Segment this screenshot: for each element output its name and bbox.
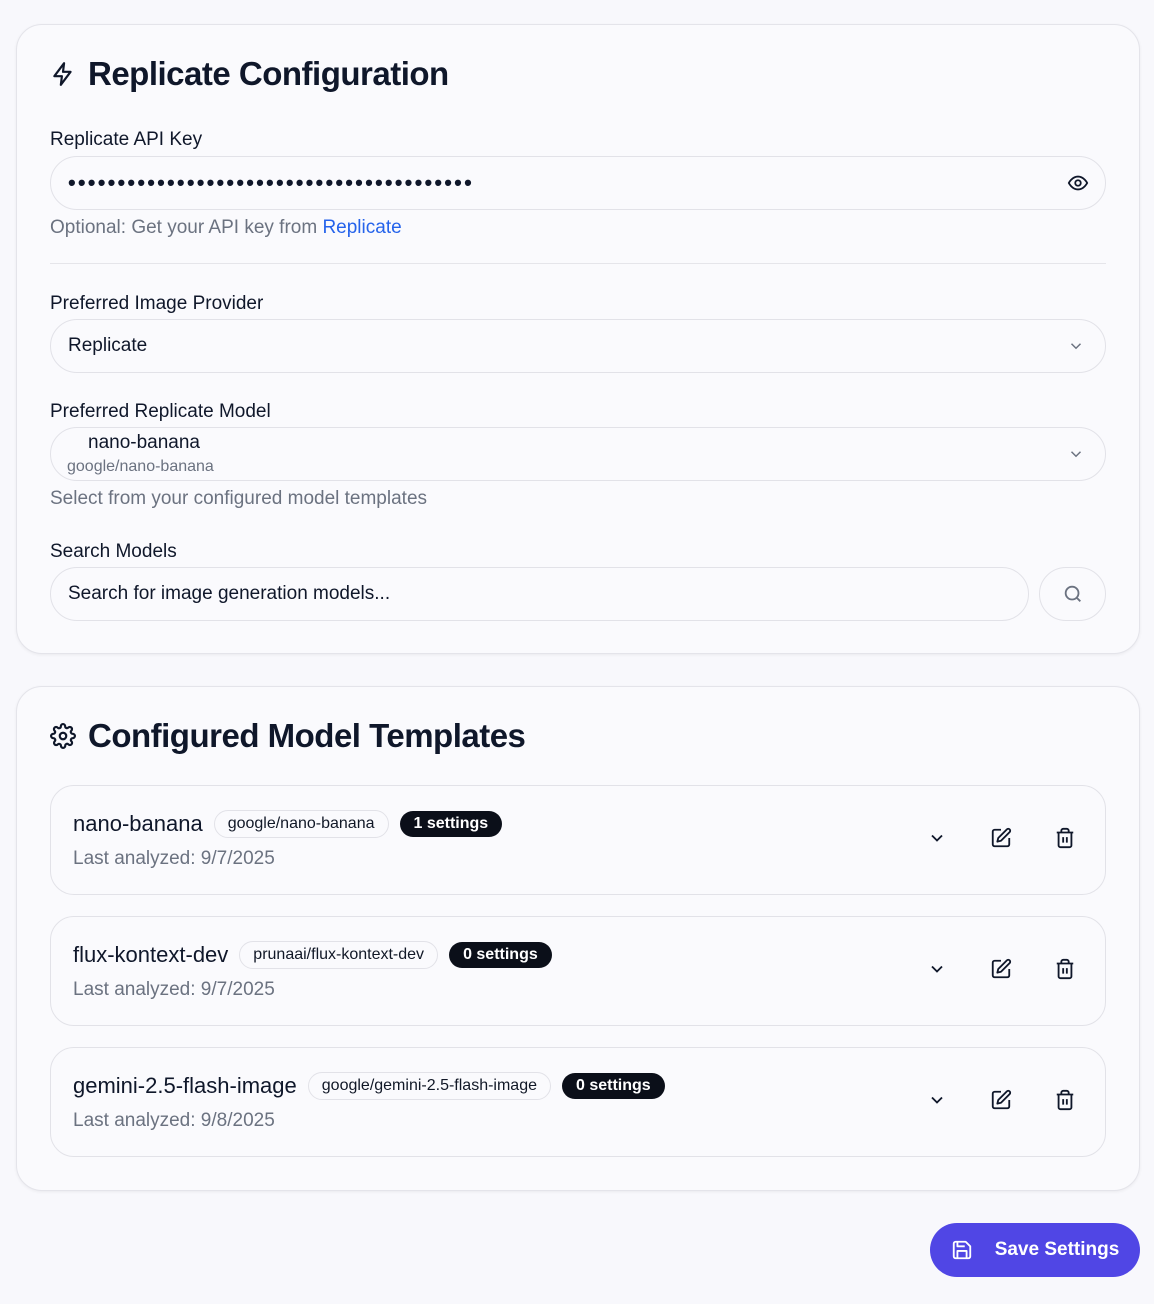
eye-icon[interactable] [1067,172,1089,194]
api-key-helper: Optional: Get your API key from Replicat… [50,217,402,239]
model-select-path: google/nano-banana [67,458,214,475]
trash-icon[interactable] [1053,957,1077,981]
save-icon [952,1240,971,1260]
template-row: gemini-2.5-flash-image google/gemini-2.5… [50,1047,1106,1157]
template-name: nano-banana [73,811,203,836]
search-input[interactable]: Search for image generation models... [50,567,1029,621]
provider-select[interactable]: Replicate [50,319,1106,373]
template-path-badge: google/nano-banana [213,810,389,838]
template-name: flux-kontext-dev [73,942,229,967]
api-key-helper-text: Optional: Get your API key from [50,217,318,238]
template-row: flux-kontext-dev prunaai/flux-kontext-de… [50,916,1106,1026]
replicate-link[interactable]: Replicate [322,217,401,238]
template-date: Last analyzed: 9/8/2025 [73,1110,275,1131]
save-settings-button[interactable]: Save Settings [930,1223,1140,1277]
config-title-text: Replicate Configuration [88,55,449,92]
chevron-down-icon[interactable] [925,1088,949,1112]
model-helper: Select from your configured model templa… [50,488,428,509]
search-label: Search Models [50,541,177,562]
model-select[interactable]: nano-banana google/nano-banana [50,427,1106,481]
template-header: gemini-2.5-flash-image google/gemini-2.5… [73,1072,665,1100]
search-placeholder: Search for image generation models... [68,583,391,604]
chevron-down-icon [1067,337,1085,355]
replicate-config-card: Replicate Configuration Replicate API Ke… [16,24,1140,654]
template-path-badge: prunaai/flux-kontext-dev [239,941,439,969]
template-actions [925,826,1077,850]
template-row: nano-banana google/nano-banana 1 setting… [50,785,1106,895]
model-select-name: nano-banana [88,432,200,453]
chevron-down-icon[interactable] [925,957,949,981]
template-actions [925,957,1077,981]
template-date: Last analyzed: 9/7/2025 [73,848,275,869]
template-actions [925,1088,1077,1112]
api-key-masked-value: ••••••••••••••••••••••••••••••••••••••••… [68,170,474,195]
config-title: Replicate Configuration [50,55,449,93]
model-label: Preferred Replicate Model [50,401,271,422]
template-date: Last analyzed: 9/7/2025 [73,979,275,1000]
api-key-label: Replicate API Key [50,129,203,150]
search-button[interactable] [1039,567,1106,621]
gear-icon [50,723,76,749]
chevron-down-icon [1067,445,1085,463]
template-name: gemini-2.5-flash-image [73,1073,297,1098]
model-templates-card: Configured Model Templates nano-banana g… [16,686,1140,1191]
chevron-down-icon[interactable] [925,826,949,850]
trash-icon[interactable] [1053,826,1077,850]
settings-count-badge: 0 settings [449,942,552,968]
templates-title: Configured Model Templates [50,717,526,755]
provider-value: Replicate [68,335,148,356]
settings-count-badge: 1 settings [399,811,503,837]
edit-icon[interactable] [989,826,1013,850]
template-header: flux-kontext-dev prunaai/flux-kontext-de… [73,941,552,969]
templates-title-text: Configured Model Templates [88,717,526,754]
api-key-input[interactable]: ••••••••••••••••••••••••••••••••••••••••… [50,156,1106,210]
save-settings-label: Save Settings [994,1239,1120,1260]
trash-icon[interactable] [1053,1088,1077,1112]
settings-count-badge: 0 settings [562,1073,665,1099]
template-header: nano-banana google/nano-banana 1 setting… [73,810,503,838]
divider [50,263,1106,264]
template-path-badge: google/gemini-2.5-flash-image [307,1072,551,1100]
search-icon [1064,585,1081,602]
edit-icon[interactable] [989,1088,1013,1112]
lightning-icon [53,62,72,86]
provider-label: Preferred Image Provider [50,293,264,314]
edit-icon[interactable] [989,957,1013,981]
